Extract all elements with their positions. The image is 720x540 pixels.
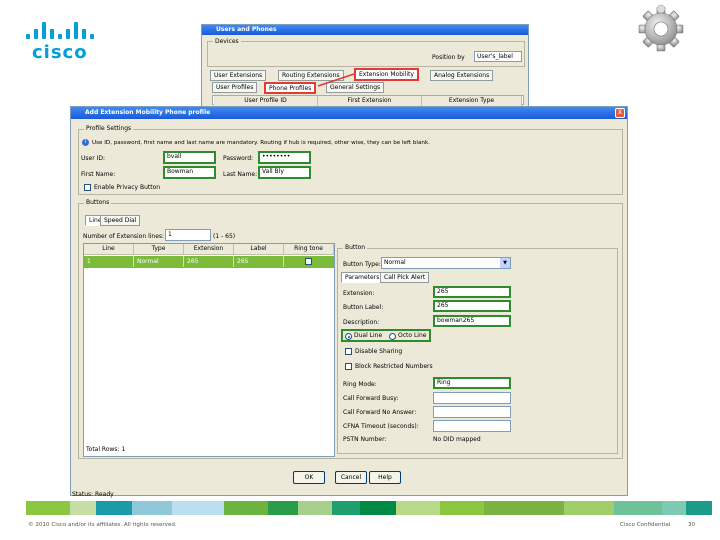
disable-sharing-label: Disable Sharing <box>355 348 403 355</box>
password-input[interactable]: •••••••• <box>258 151 311 164</box>
dialog-titlebar[interactable]: Add Extension Mobility Phone profile X <box>71 107 627 119</box>
call-forward-busy-label: Call Forward Busy: <box>343 395 399 402</box>
footer-page-number: 30 <box>688 522 696 528</box>
first-name-label: First Name: <box>81 171 116 178</box>
tab-analog-extensions[interactable]: Analog Extensions <box>430 70 494 81</box>
num-extensions-label: Number of Extension lines: <box>83 233 165 240</box>
cancel-button[interactable]: Cancel <box>335 471 367 484</box>
block-restricted-checkbox[interactable] <box>345 363 352 370</box>
tab-user-extensions[interactable]: User Extensions <box>210 70 267 81</box>
info-text: Use ID, password, first name and last na… <box>92 140 430 146</box>
ring-mode-label: Ring Mode: <box>343 381 377 388</box>
call-forward-no-answer-label: Call Forward No Answer: <box>343 409 417 416</box>
button-type-label: Button Type: <box>343 261 381 268</box>
description-input[interactable]: bowman265 <box>433 315 511 327</box>
extension-input[interactable]: 265 <box>433 286 511 298</box>
profile-settings-title: Profile Settings <box>84 125 134 132</box>
close-icon: X <box>617 109 623 116</box>
col-extension[interactable]: Extension <box>184 244 234 255</box>
subtab-user-profiles[interactable]: User Profiles <box>212 82 258 93</box>
call-forward-busy-input[interactable] <box>433 392 511 404</box>
pstn-number-value: No DID mapped <box>433 436 481 443</box>
subtab-general-settings[interactable]: General Settings <box>326 82 385 93</box>
pstn-number-label: PSTN Number: <box>343 436 387 443</box>
buttons-group-title: Buttons <box>84 199 112 206</box>
ok-button[interactable]: OK <box>293 471 325 484</box>
dialog-title: Add Extension Mobility Phone profile <box>85 109 211 116</box>
devices-group-title: Devices <box>213 38 241 45</box>
col-line[interactable]: Line <box>84 244 134 255</box>
tab-extension-mobility[interactable]: Extension Mobility <box>354 68 419 81</box>
cell-extension: 265 <box>184 256 234 267</box>
call-forward-no-answer-input[interactable] <box>433 406 511 418</box>
add-extension-mobility-dialog: Add Extension Mobility Phone profile X P… <box>70 106 628 496</box>
password-label: Password: <box>223 155 254 162</box>
num-extensions-input[interactable]: 1 <box>165 229 211 241</box>
back-window-titlebar[interactable]: Users and Phones <box>202 25 528 35</box>
cfna-timeout-input[interactable] <box>433 420 511 432</box>
gear-icon <box>634 2 688 52</box>
cell-ring-tone-checkbox[interactable] <box>305 258 312 265</box>
tab-parameters[interactable]: Parameters <box>341 272 384 283</box>
privacy-checkbox[interactable] <box>84 184 91 191</box>
users-and-phones-window: Users and Phones Devices Position by Use… <box>201 24 529 114</box>
position-field[interactable]: User's_label <box>474 51 522 62</box>
chevron-down-icon: ▼ <box>500 258 510 268</box>
user-id-label: User ID: <box>81 155 105 162</box>
disable-sharing-checkbox[interactable] <box>345 348 352 355</box>
description-label: Description: <box>343 319 380 326</box>
back-window-title: Users and Phones <box>216 26 277 33</box>
last-name-label: Last Name: <box>223 171 258 178</box>
status-bar: Status: Ready <box>72 491 114 498</box>
line-mode-group: Dual Line Octo Line <box>341 329 431 342</box>
footer-copyright: © 2010 Cisco and/or its affiliates. All … <box>28 522 177 528</box>
block-restricted-label: Block Restricted Numbers <box>355 363 433 370</box>
last-name-input[interactable]: Vall Bly <box>258 166 311 179</box>
button-label-label: Button Label: <box>343 304 384 311</box>
cisco-logo: cisco <box>26 22 96 66</box>
button-label-input[interactable]: 265 <box>433 300 511 312</box>
subtab-phone-profiles[interactable]: Phone Profiles <box>264 82 317 94</box>
col-label[interactable]: Label <box>234 244 284 255</box>
dual-line-label: Dual Line <box>354 332 383 339</box>
dual-line-radio[interactable] <box>345 333 352 340</box>
table-row[interactable]: 1 Normal 265 265 <box>84 256 334 268</box>
first-name-input[interactable]: Bowman <box>163 166 216 179</box>
button-type-select[interactable]: Normal ▼ <box>381 257 511 269</box>
privacy-label: Enable Privacy Button <box>94 184 161 191</box>
octo-line-label: Octo Line <box>398 332 427 339</box>
ring-mode-select[interactable]: Ring <box>433 377 511 389</box>
cell-label: 265 <box>234 256 284 267</box>
col-ring-tone[interactable]: Ring tone <box>284 244 334 255</box>
help-button[interactable]: Help <box>369 471 401 484</box>
total-rows: Total Rows: 1 <box>86 446 126 453</box>
tab-call-pick-alert[interactable]: Call Pick Alert <box>380 272 430 283</box>
user-id-input[interactable]: bvall <box>163 151 216 164</box>
close-button[interactable]: X <box>615 108 625 118</box>
col-type[interactable]: Type <box>134 244 184 255</box>
num-extensions-range: (1 - 65) <box>213 233 236 240</box>
info-icon: i <box>82 139 89 146</box>
footer-color-bar <box>26 501 712 515</box>
cell-type: Normal <box>134 256 184 267</box>
button-group-title: Button <box>343 244 368 251</box>
footer-confidential: Cisco Confidential <box>620 522 671 528</box>
tab-speed-dial[interactable]: Speed Dial <box>100 215 141 226</box>
tab-routing-extensions[interactable]: Routing Extensions <box>278 70 344 81</box>
cfna-timeout-label: CFNA Timeout (seconds): <box>343 423 419 430</box>
extension-label: Extension: <box>343 290 375 297</box>
cisco-logo-text: cisco <box>32 42 88 63</box>
octo-line-radio[interactable] <box>389 333 396 340</box>
position-label: Position by <box>432 54 465 61</box>
cell-line: 1 <box>84 256 134 267</box>
line-table: Line Type Extension Label Ring tone 1 No… <box>83 243 335 457</box>
